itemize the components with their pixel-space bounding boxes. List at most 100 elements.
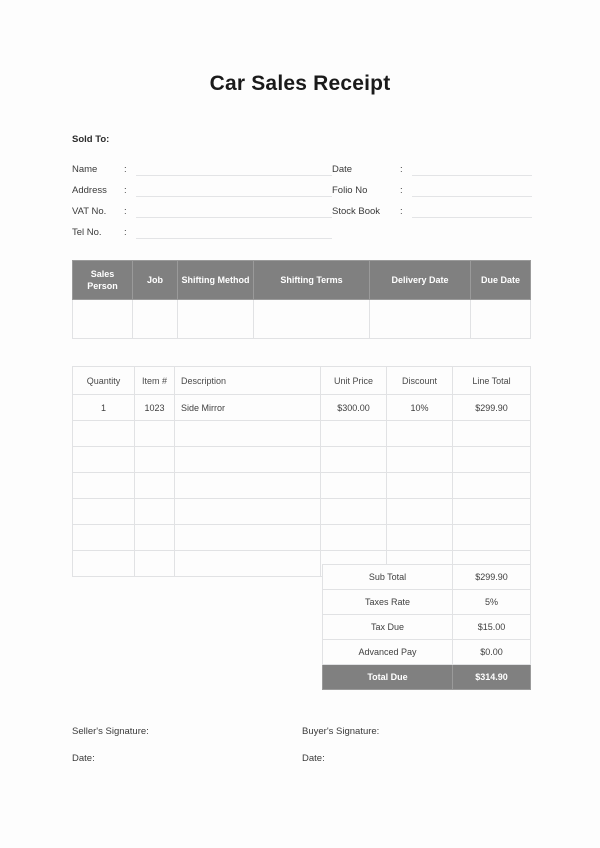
- field-colon: :: [124, 185, 127, 196]
- col-line-total: Line Total: [452, 366, 531, 395]
- cell-quantity[interactable]: [72, 420, 135, 447]
- cell-item-number[interactable]: 1023: [134, 394, 175, 421]
- cell-item-number[interactable]: [134, 472, 175, 499]
- field-address: Address :: [72, 183, 332, 197]
- table-row: [72, 420, 531, 447]
- cell-quantity[interactable]: [72, 446, 135, 473]
- cell-description[interactable]: [174, 550, 321, 577]
- cell-discount[interactable]: [386, 472, 453, 499]
- cell-unit-price[interactable]: [320, 420, 387, 447]
- cell-discount[interactable]: [386, 498, 453, 525]
- cell-sales-person[interactable]: [72, 299, 133, 339]
- cell-shifting-method[interactable]: [177, 299, 254, 339]
- cell-unit-price[interactable]: $300.00: [320, 394, 387, 421]
- sold-to-field-grid: Name : Date : Address : Folio No : VAT N…: [72, 155, 532, 239]
- cell-item-number[interactable]: [134, 524, 175, 551]
- totals-label: Taxes Rate: [322, 589, 453, 615]
- cell-discount[interactable]: [386, 446, 453, 473]
- field-label: Folio No: [332, 185, 368, 196]
- totals-row-advanced-pay: Advanced Pay $0.00: [322, 639, 531, 665]
- cell-item-number[interactable]: [134, 420, 175, 447]
- field-colon: :: [124, 206, 127, 217]
- cell-description[interactable]: Side Mirror: [174, 394, 321, 421]
- cell-item-number[interactable]: [134, 550, 175, 577]
- cell-description[interactable]: [174, 524, 321, 551]
- tel-no-input[interactable]: [136, 225, 332, 239]
- address-input[interactable]: [136, 183, 332, 197]
- field-stock-book: Stock Book :: [332, 204, 532, 218]
- cell-unit-price[interactable]: [320, 498, 387, 525]
- cell-discount[interactable]: [386, 420, 453, 447]
- cell-line-total[interactable]: [452, 446, 531, 473]
- field-colon: :: [400, 164, 403, 175]
- cell-job[interactable]: [132, 299, 178, 339]
- cell-unit-price[interactable]: [320, 524, 387, 551]
- totals-row-tax-due: Tax Due $15.00: [322, 614, 531, 640]
- cell-line-total[interactable]: [452, 524, 531, 551]
- col-due-date: Due Date: [470, 260, 531, 300]
- field-label: Name: [72, 164, 98, 175]
- totals-label: Sub Total: [322, 564, 453, 590]
- field-folio-no: Folio No :: [332, 183, 532, 197]
- col-item-number: Item #: [134, 366, 175, 395]
- cell-item-number[interactable]: [134, 498, 175, 525]
- sales-table-header-row: Sales Person Job Shifting Method Shiftin…: [72, 260, 531, 300]
- date-input[interactable]: [412, 162, 532, 176]
- signature-block: Seller's Signature: Date: Buyer's Signat…: [72, 726, 532, 780]
- total-due-value: $314.90: [452, 664, 531, 690]
- stock-book-input[interactable]: [412, 204, 532, 218]
- table-row: [72, 524, 531, 551]
- table-row: 1 1023 Side Mirror $300.00 10% $299.90: [72, 394, 531, 421]
- seller-signature-column: Seller's Signature: Date:: [72, 726, 302, 780]
- field-date: Date :: [332, 162, 532, 176]
- field-label: Stock Book: [332, 206, 381, 217]
- cell-quantity[interactable]: [72, 498, 135, 525]
- totals-label: Tax Due: [322, 614, 453, 640]
- col-shifting-terms: Shifting Terms: [253, 260, 370, 300]
- cell-quantity[interactable]: 1: [72, 394, 135, 421]
- buyer-signature-column: Buyer's Signature: Date:: [302, 726, 532, 780]
- name-input[interactable]: [136, 162, 332, 176]
- buyer-signature-label: Buyer's Signature:: [302, 726, 380, 737]
- totals-row-total-due: Total Due $314.90: [322, 664, 531, 690]
- cell-quantity[interactable]: [72, 550, 135, 577]
- col-quantity: Quantity: [72, 366, 135, 395]
- cell-line-total[interactable]: [452, 472, 531, 499]
- line-items-table: Quantity Item # Description Unit Price D…: [72, 366, 531, 577]
- col-job: Job: [132, 260, 178, 300]
- cell-item-number[interactable]: [134, 446, 175, 473]
- totals-value: $0.00: [452, 639, 531, 665]
- cell-discount[interactable]: [386, 524, 453, 551]
- field-label: Address: [72, 185, 107, 196]
- folio-no-input[interactable]: [412, 183, 532, 197]
- cell-due-date[interactable]: [470, 299, 531, 339]
- table-row: [72, 498, 531, 525]
- col-discount: Discount: [386, 366, 453, 395]
- items-header-row: Quantity Item # Description Unit Price D…: [72, 366, 531, 395]
- cell-unit-price[interactable]: [320, 446, 387, 473]
- seller-signature-label: Seller's Signature:: [72, 726, 149, 737]
- sales-person-table: Sales Person Job Shifting Method Shiftin…: [72, 260, 531, 339]
- col-unit-price: Unit Price: [320, 366, 387, 395]
- field-colon: :: [400, 185, 403, 196]
- cell-description[interactable]: [174, 420, 321, 447]
- cell-shifting-terms[interactable]: [253, 299, 370, 339]
- cell-delivery-date[interactable]: [369, 299, 471, 339]
- cell-description[interactable]: [174, 472, 321, 499]
- col-delivery-date: Delivery Date: [369, 260, 471, 300]
- cell-unit-price[interactable]: [320, 472, 387, 499]
- cell-quantity[interactable]: [72, 472, 135, 499]
- cell-line-total[interactable]: $299.90: [452, 394, 531, 421]
- cell-description[interactable]: [174, 446, 321, 473]
- field-vat-no: VAT No. :: [72, 204, 332, 218]
- field-row: Tel No. :: [72, 218, 532, 239]
- receipt-page: Car Sales Receipt Sold To: Name : Date :…: [0, 0, 600, 848]
- vat-no-input[interactable]: [136, 204, 332, 218]
- cell-discount[interactable]: 10%: [386, 394, 453, 421]
- cell-line-total[interactable]: [452, 498, 531, 525]
- cell-line-total[interactable]: [452, 420, 531, 447]
- field-name: Name :: [72, 162, 332, 176]
- field-row: Name : Date :: [72, 155, 532, 176]
- cell-quantity[interactable]: [72, 524, 135, 551]
- cell-description[interactable]: [174, 498, 321, 525]
